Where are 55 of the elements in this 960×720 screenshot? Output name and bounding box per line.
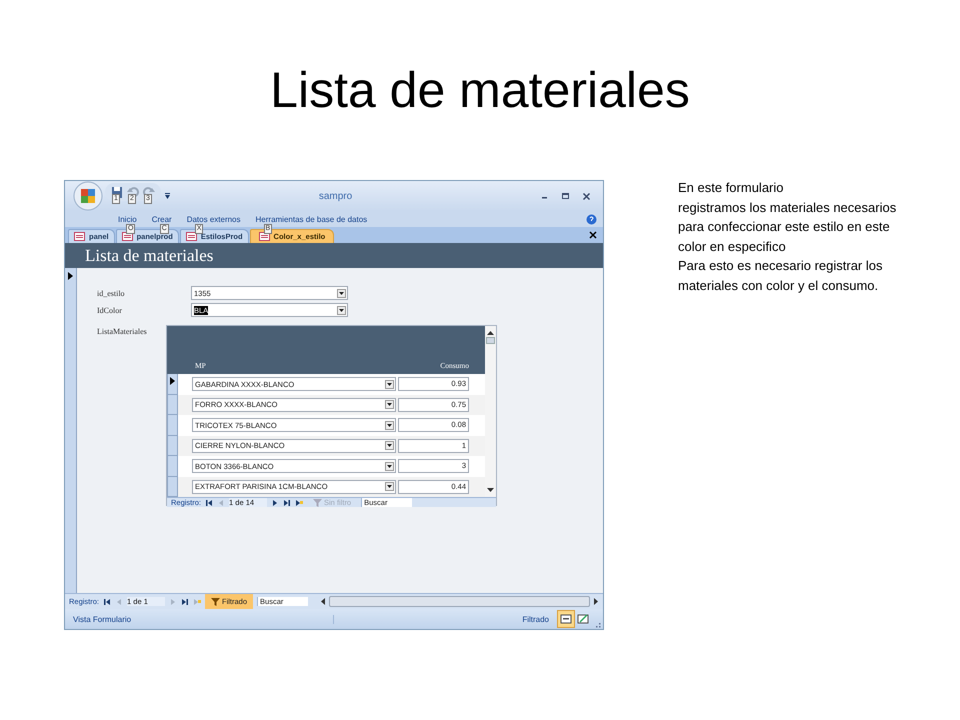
field-label: id_estilo [97, 288, 126, 298]
subform-label: ListaMateriales [97, 326, 148, 336]
form-icon [74, 232, 85, 241]
slide-title: Lista de materiales [269, 61, 691, 120]
new-record-icon[interactable] [295, 498, 304, 506]
scroll-up-icon[interactable] [487, 330, 494, 335]
window-title: sampro [318, 190, 354, 202]
scroll-right-icon[interactable] [594, 598, 599, 605]
customize-menu-icon[interactable] [164, 192, 171, 200]
note-text: materiales con color y el consumo. [678, 276, 880, 295]
scroll-left-icon[interactable] [320, 598, 326, 605]
ribbon-tab[interactable]: Crear [152, 214, 172, 224]
close-icon[interactable] [582, 192, 591, 200]
field-label: IdColor [97, 306, 123, 314]
dropdown-arrow-icon[interactable] [385, 380, 394, 389]
dropdown-arrow-icon[interactable] [385, 462, 394, 471]
dropdown-arrow-icon[interactable] [337, 306, 346, 314]
dropdown-arrow-icon[interactable] [385, 400, 394, 410]
dropdown-arrow-icon[interactable] [385, 420, 394, 430]
note-text: Para esto es necesario registrar los [678, 257, 884, 275]
form-icon [186, 232, 197, 241]
note-text: registramos los materiales necesarios [678, 198, 896, 217]
current-record-icon [68, 272, 73, 280]
note-text: color en especifico [678, 238, 787, 256]
design-view-icon [577, 613, 589, 625]
dropdown-arrow-icon[interactable] [385, 482, 394, 492]
status-text: Vista Formulario [73, 614, 334, 624]
ribbon-tab[interactable]: Datos externos [186, 214, 241, 224]
first-record-icon[interactable] [103, 598, 112, 606]
help-icon[interactable] [586, 214, 597, 224]
status-text: Filtrado [522, 614, 549, 624]
record-selector[interactable] [167, 374, 178, 394]
close-icon[interactable] [589, 231, 597, 239]
dropdown-arrow-icon[interactable] [337, 288, 346, 298]
scroll-thumb[interactable] [486, 337, 495, 344]
form-title: Lista de materiales [85, 246, 214, 266]
resize-grip-icon[interactable] [593, 621, 601, 629]
maximize-icon[interactable] [561, 192, 570, 200]
dropdown-arrow-icon[interactable] [385, 441, 394, 450]
first-record-icon[interactable] [205, 498, 214, 506]
ribbon-tab[interactable]: Herramientas de base de datos [256, 214, 368, 224]
last-record-icon[interactable] [283, 498, 292, 506]
note-text: para confeccionar este estilo en este [678, 218, 891, 236]
view-button[interactable] [557, 610, 575, 628]
form-icon [258, 232, 270, 241]
scroll-down-icon[interactable] [487, 488, 494, 493]
last-record-icon[interactable] [181, 598, 190, 606]
office-button-icon[interactable] [73, 181, 103, 211]
funnel-icon [211, 597, 220, 606]
note-text: En este formulario [678, 179, 784, 197]
vertical-scrollbar[interactable] [485, 326, 496, 497]
current-record-icon [170, 377, 175, 385]
undo-icon[interactable] [127, 186, 139, 198]
ribbon-tab[interactable]: Inicio [118, 214, 137, 224]
form-view-icon [560, 613, 572, 625]
